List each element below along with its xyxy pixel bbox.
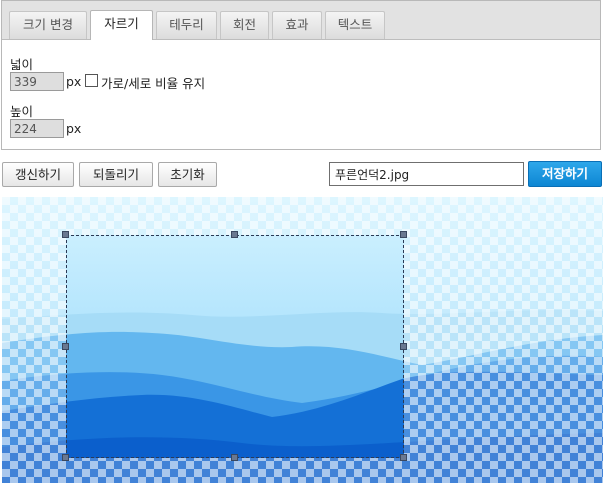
width-label: 넓이 [10,57,34,72]
tab-bar: 크기 변경 자르기 테두리 회전 효과 텍스트 [2,1,600,40]
crop-handle-bottom-left[interactable] [62,454,69,461]
width-unit: px [66,74,82,89]
filename-input[interactable] [329,162,524,186]
crop-handle-top-right[interactable] [400,231,407,238]
tab-effect[interactable]: 효과 [272,11,322,39]
width-input[interactable] [10,72,64,91]
crop-handle-right[interactable] [400,343,407,350]
editor-panel: 크기 변경 자르기 테두리 회전 효과 텍스트 넓이 px 가로/세로 비율 유… [1,0,601,150]
height-unit: px [66,121,82,136]
save-button[interactable]: 저장하기 [528,161,602,187]
tab-border[interactable]: 테두리 [156,11,217,39]
tab-text[interactable]: 텍스트 [325,11,385,39]
tab-crop[interactable]: 자르기 [90,10,153,40]
undo-button[interactable]: 되돌리기 [79,162,153,187]
crop-handle-bottom-right[interactable] [400,454,407,461]
height-input[interactable] [10,119,64,138]
crop-handle-left[interactable] [62,343,69,350]
crop-handle-top[interactable] [231,231,238,238]
keep-ratio-checkbox[interactable] [85,74,98,87]
keep-ratio-label[interactable]: 가로/세로 비율 유지 [101,73,205,92]
crop-handle-top-left[interactable] [62,231,69,238]
tab-resize[interactable]: 크기 변경 [9,11,87,39]
height-label: 높이 [10,104,34,119]
image-canvas[interactable] [2,197,603,483]
crop-selection[interactable] [66,235,404,458]
tab-rotate[interactable]: 회전 [220,11,269,39]
reset-button[interactable]: 초기화 [158,162,217,187]
refresh-button[interactable]: 갱신하기 [2,162,74,187]
crop-handle-bottom[interactable] [231,454,238,461]
